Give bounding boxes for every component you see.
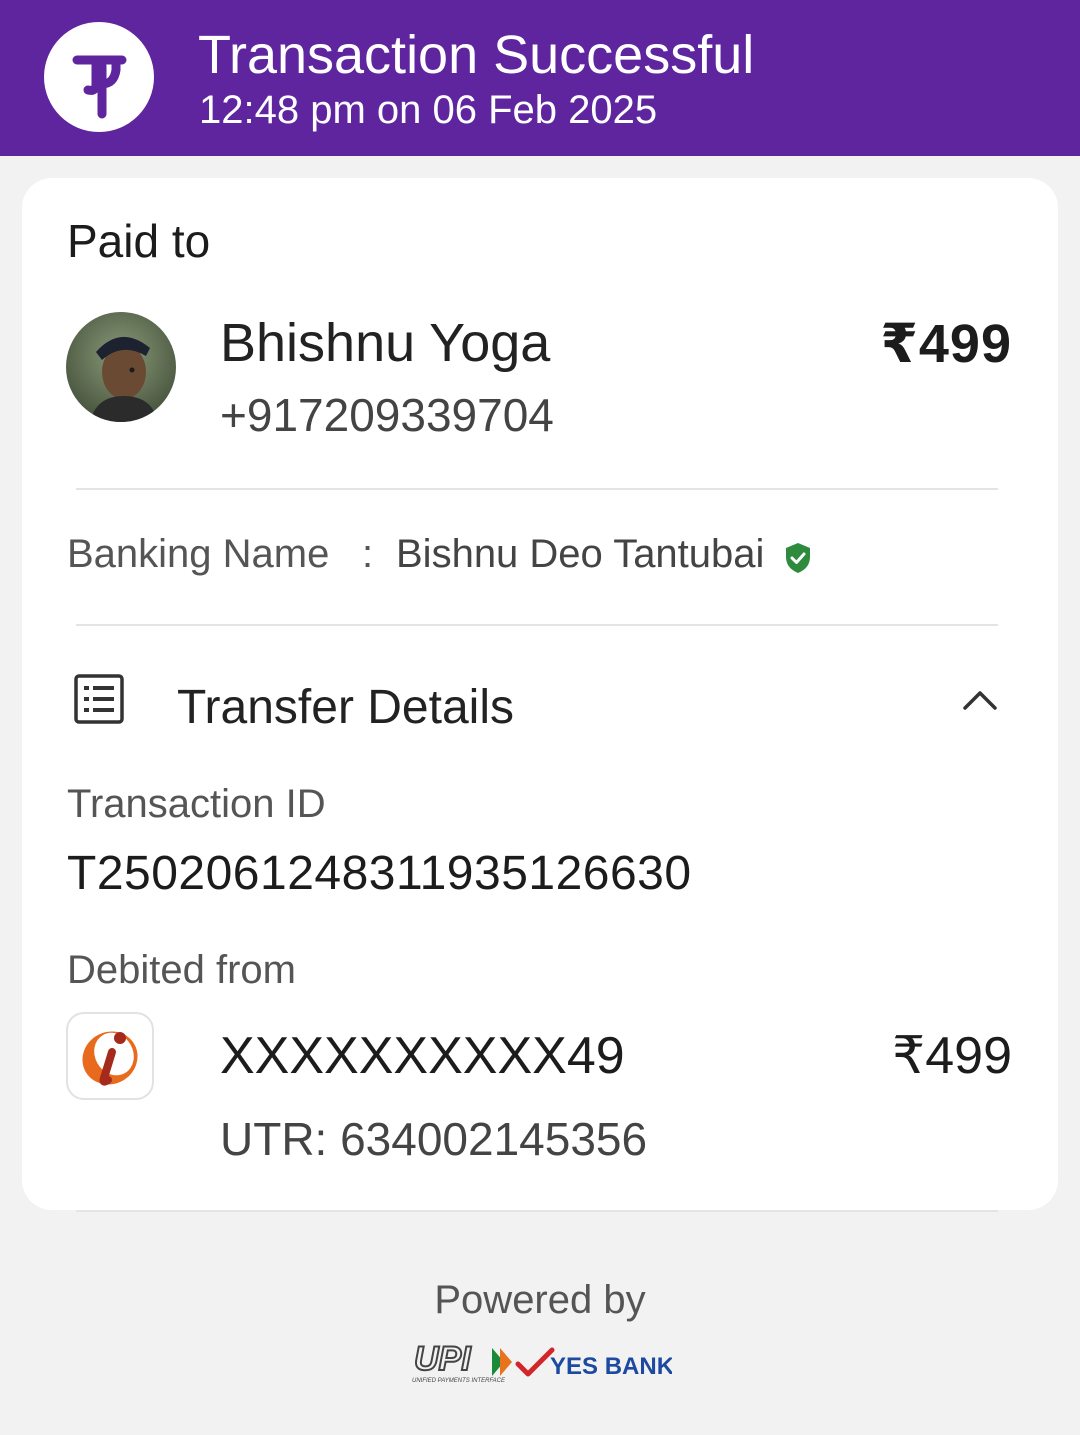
banking-name-value: Bishnu Deo Tantubai — [396, 532, 765, 576]
utr-number[interactable]: UTR: 634002145356 — [220, 1112, 647, 1166]
payee-avatar[interactable] — [66, 312, 176, 422]
debited-amount: ₹499 — [892, 1027, 1012, 1085]
banking-name-separator: : — [362, 532, 374, 576]
debited-from-label: Debited from — [67, 948, 296, 992]
transaction-card: Paid to Bhishnu Yoga +917209339704 ₹499 … — [22, 178, 1058, 1210]
transaction-status-title: Transaction Successful — [198, 25, 755, 85]
transaction-id-value[interactable]: T2502061248311935126630 — [67, 846, 692, 901]
phonepe-logo-icon — [44, 22, 154, 132]
chevron-up-icon[interactable] — [960, 684, 1000, 719]
upi-yes-bank-logo: UPI UNIFIED PAYMENTS INTERFACE YES BANK — [412, 1339, 675, 1389]
icici-bank-logo-icon — [66, 1012, 154, 1100]
debit-account-number: XXXXXXXXXX49 — [220, 1027, 625, 1085]
paid-to-label: Paid to — [67, 215, 211, 267]
powered-by-label: Powered by — [434, 1278, 646, 1322]
transaction-timestamp: 12:48 pm on 06 Feb 2025 — [199, 88, 658, 132]
payee-phone: +917209339704 — [220, 389, 554, 441]
transfer-details-toggle[interactable]: Transfer Details — [177, 680, 514, 735]
transaction-id-label: Transaction ID — [67, 782, 326, 826]
upi-logo-text: UPI — [414, 1342, 472, 1378]
upi-tagline: UNIFIED PAYMENTS INTERFACE — [412, 1378, 506, 1384]
receipt-list-icon — [74, 674, 124, 729]
yes-bank-label: YES BANK — [550, 1353, 672, 1380]
divider — [76, 624, 998, 626]
paid-amount: ₹499 — [880, 314, 1012, 374]
payee-name: Bhishnu Yoga — [220, 313, 551, 373]
header-bar: Transaction Successful 12:48 pm on 06 Fe… — [0, 0, 1080, 156]
verified-shield-icon — [784, 542, 812, 579]
divider — [76, 488, 998, 490]
divider — [76, 1210, 998, 1212]
banking-name-label: Banking Name — [67, 532, 330, 576]
